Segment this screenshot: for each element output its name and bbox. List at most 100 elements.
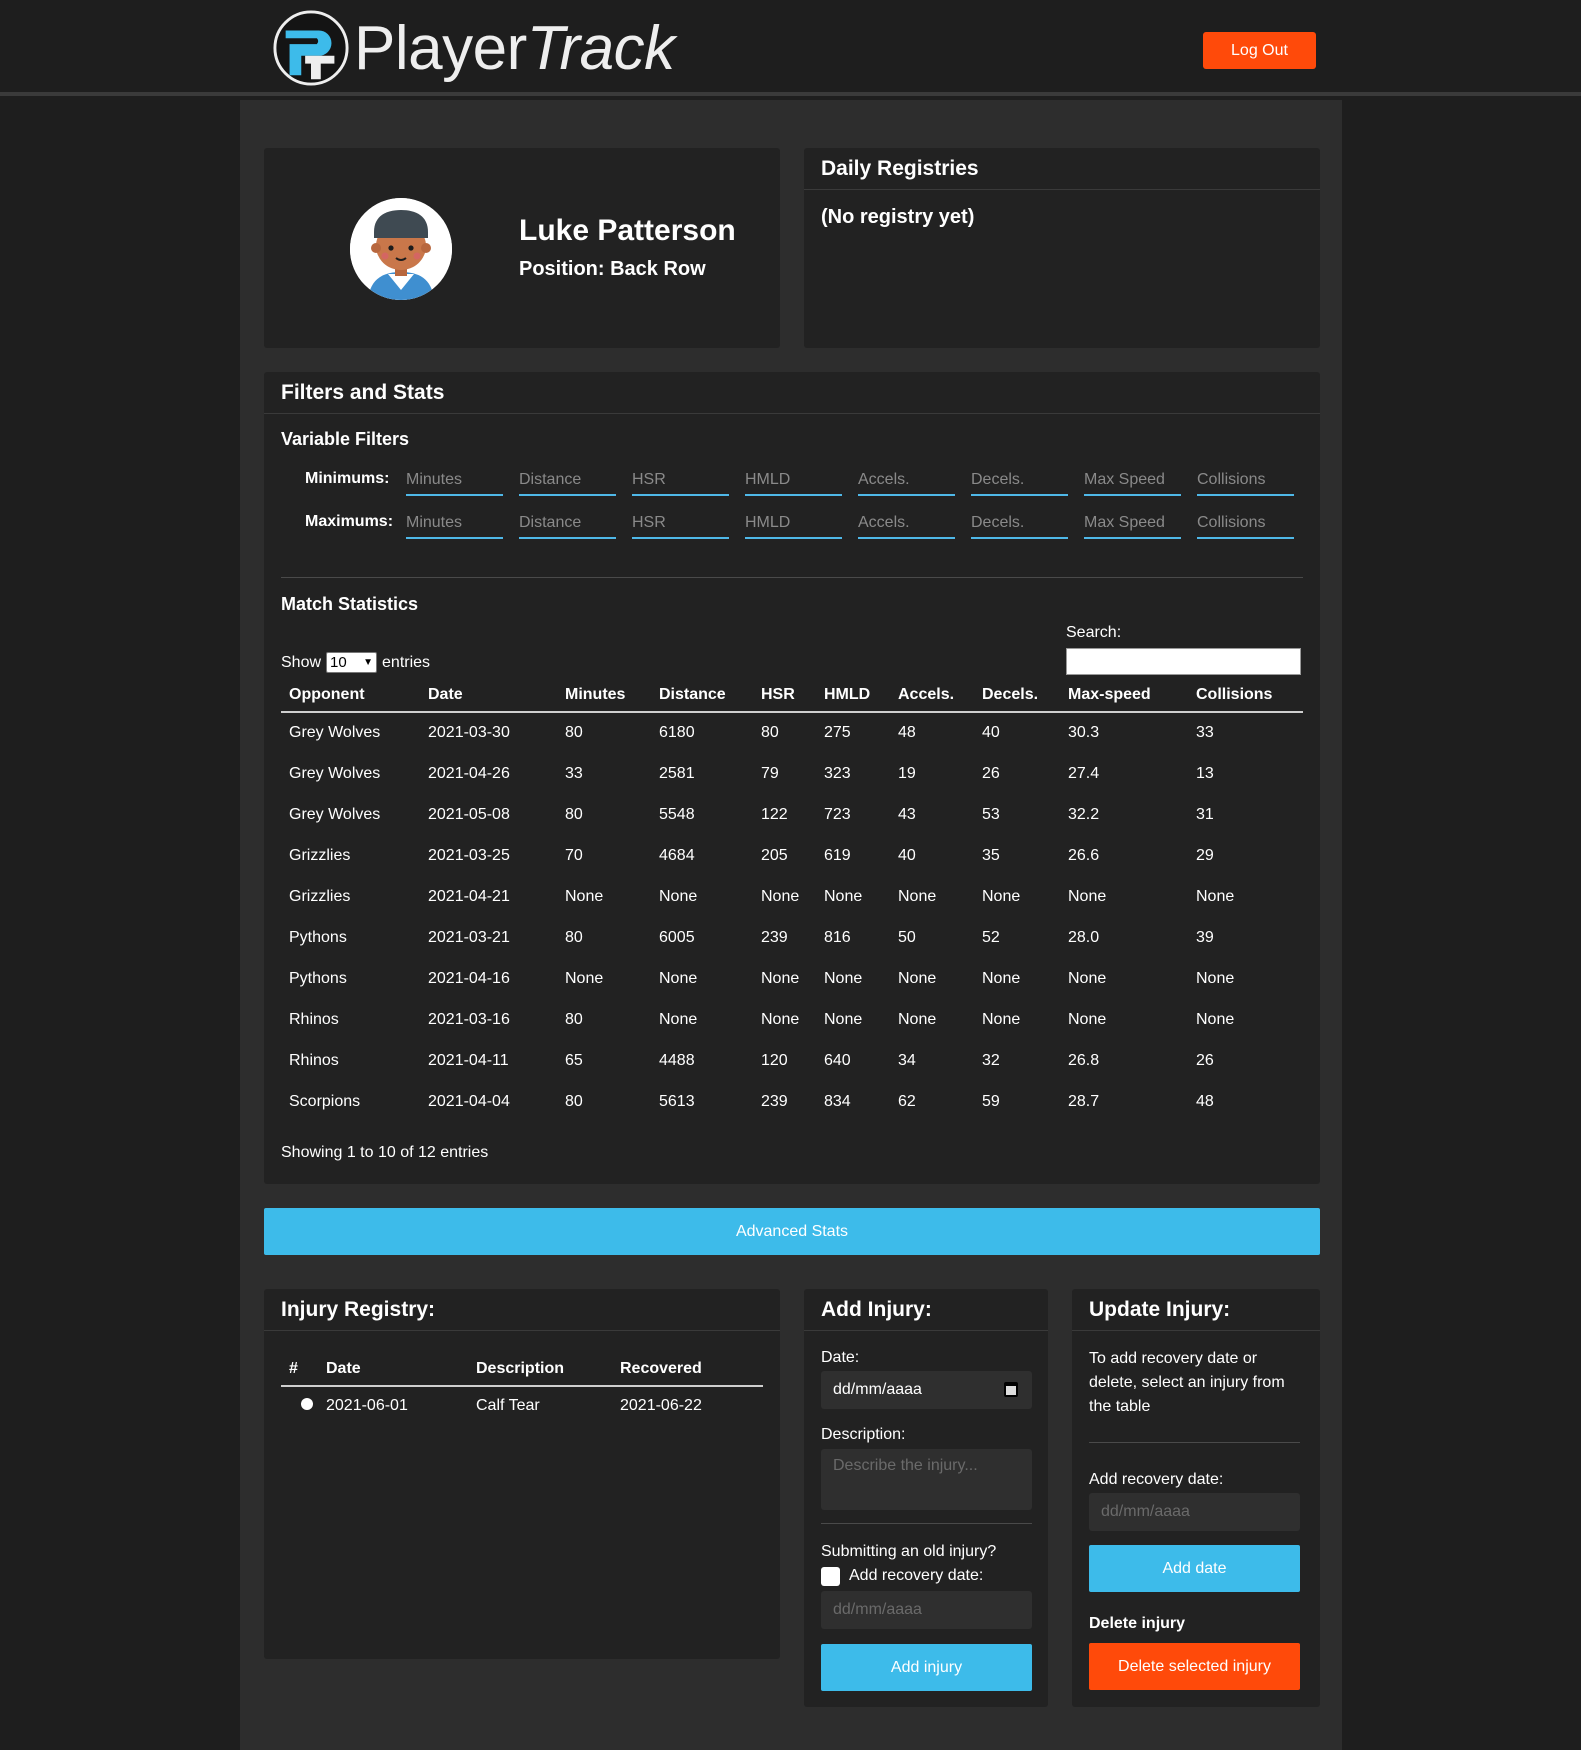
- column-header[interactable]: Minutes: [557, 678, 651, 713]
- min-hmld-input[interactable]: [745, 466, 842, 496]
- table-cell: None: [824, 887, 863, 905]
- search-label: Search:: [1066, 624, 1122, 641]
- table-cell: 48: [898, 724, 916, 741]
- table-cell: None: [761, 969, 800, 987]
- max-hsr-input[interactable]: [632, 509, 729, 539]
- column-header[interactable]: Accels.: [890, 678, 974, 713]
- min-decels-input[interactable]: [971, 466, 1068, 496]
- column-header[interactable]: Collisions: [1188, 678, 1303, 713]
- add-injury-button[interactable]: Add injury: [821, 1644, 1032, 1691]
- table-header-row: # Date Description Recovered: [281, 1352, 763, 1387]
- add-date-button[interactable]: Add date: [1089, 1545, 1300, 1592]
- table-cell: None: [565, 969, 604, 987]
- table-cell: Rhinos: [289, 1051, 339, 1069]
- column-header: #: [281, 1352, 318, 1387]
- min-distance-input[interactable]: [519, 466, 616, 496]
- column-header[interactable]: Distance: [651, 678, 753, 713]
- table-cell: None: [982, 1010, 1021, 1028]
- calendar-icon[interactable]: [1004, 1382, 1018, 1397]
- add-recovery-date-label: Add recovery date:: [1089, 1471, 1224, 1488]
- table-row: Grey Wolves 2021-03-30 80 6180 80 275 48 40 30.3…: [281, 712, 1303, 753]
- search-input[interactable]: [1066, 648, 1301, 675]
- table-cell: 32: [982, 1051, 1000, 1069]
- brand-name-part1: Player: [354, 13, 527, 83]
- injury-registry-panel: Injury Registry: # Date Description Reco…: [264, 1289, 780, 1659]
- table-cell: Grey Wolves: [289, 724, 381, 741]
- table-cell: 65: [565, 1051, 583, 1069]
- add-injury-title: Add Injury:: [804, 1289, 1048, 1331]
- column-header[interactable]: HMLD: [816, 678, 890, 713]
- table-cell: Grizzlies: [289, 887, 351, 905]
- table-cell: None: [824, 969, 863, 987]
- min-hsr-input[interactable]: [632, 466, 729, 496]
- table-cell: 43: [898, 805, 916, 823]
- table-cell: 122: [761, 805, 788, 823]
- description-label: Description:: [821, 1426, 906, 1443]
- min-minutes-input[interactable]: [406, 466, 503, 496]
- table-cell: 723: [824, 805, 851, 823]
- table-cell: 59: [982, 1092, 1000, 1110]
- column-header[interactable]: Opponent: [281, 678, 420, 713]
- table-cell: 2021-05-08: [428, 805, 510, 823]
- brand-logo[interactable]: PlayerTrack: [272, 8, 675, 88]
- column-header[interactable]: Decels.: [974, 678, 1060, 713]
- minimums-label: Minimums:: [305, 470, 390, 487]
- page-size-value: 10: [330, 654, 347, 671]
- table-cell: None: [1196, 969, 1235, 987]
- table-row[interactable]: 2021-06-01 Calf Tear 2021-06-22: [281, 1386, 763, 1424]
- table-cell: 80: [565, 724, 583, 741]
- table-row: Grey Wolves 2021-05-08 80 5548 122 723 43 53 32.…: [281, 794, 1303, 835]
- max-accels-input[interactable]: [858, 509, 955, 539]
- injury-registry-title: Injury Registry:: [264, 1289, 780, 1331]
- table-cell: 2021-04-26: [428, 764, 510, 782]
- logout-button[interactable]: Log Out: [1203, 32, 1316, 69]
- injury-description-input[interactable]: Describe the injury...: [821, 1449, 1032, 1510]
- max-hmld-input[interactable]: [745, 509, 842, 539]
- table-cell: Rhinos: [289, 1010, 339, 1028]
- advanced-stats-button[interactable]: Advanced Stats: [264, 1208, 1320, 1255]
- column-header[interactable]: HSR: [753, 678, 816, 713]
- table-cell: 834: [824, 1092, 851, 1110]
- injury-date-value: dd/mm/aaaa: [833, 1381, 922, 1398]
- recovery-date-checkbox[interactable]: [821, 1567, 840, 1586]
- max-distance-input[interactable]: [519, 509, 616, 539]
- table-cell: 2021-04-04: [428, 1092, 510, 1110]
- table-cell: None: [565, 887, 604, 905]
- table-cell: 2021-03-25: [428, 846, 510, 864]
- table-row: Pythons 2021-03-21 80 6005 239 816 50 52 28.0 39: [281, 917, 1303, 958]
- table-cell: 32.2: [1068, 805, 1100, 823]
- table-cell: 39: [1196, 928, 1214, 946]
- injury-select-radio[interactable]: [301, 1397, 313, 1410]
- max-decels-input[interactable]: [971, 509, 1068, 539]
- add-injury-panel: Add Injury: Date: dd/mm/aaaa Description…: [804, 1289, 1048, 1707]
- table-cell: 26: [982, 764, 1000, 782]
- max-collisions-input[interactable]: [1197, 509, 1294, 539]
- column-header[interactable]: Date: [420, 678, 557, 713]
- table-cell: None: [1068, 1010, 1107, 1028]
- page-size-select[interactable]: 10 ▼: [326, 652, 378, 673]
- delete-injury-button[interactable]: Delete selected injury: [1089, 1643, 1300, 1690]
- table-cell: 30.3: [1068, 724, 1100, 741]
- table-cell: None: [659, 887, 698, 905]
- player-position: Position: Back Row: [519, 258, 706, 280]
- table-cell: None: [1196, 887, 1235, 905]
- table-cell: 27.4: [1068, 764, 1100, 782]
- max-minutes-input[interactable]: [406, 509, 503, 539]
- table-cell: 640: [824, 1051, 851, 1069]
- min-collisions-input[interactable]: [1197, 466, 1294, 496]
- old-injury-recovery-input[interactable]: dd/mm/aaaa: [821, 1591, 1032, 1629]
- table-cell: 323: [824, 764, 851, 782]
- min-accels-input[interactable]: [858, 466, 955, 496]
- table-cell: None: [1068, 969, 1107, 987]
- column-header[interactable]: Max-speed: [1060, 678, 1188, 713]
- table-cell: 275: [824, 724, 851, 741]
- table-cell: 26.6: [1068, 846, 1100, 864]
- table-cell: Pythons: [289, 928, 347, 946]
- maximums-filter-row: Maximums:: [281, 509, 1303, 539]
- table-cell: 80: [565, 928, 583, 946]
- max-max-speed-input[interactable]: [1084, 509, 1181, 539]
- player-profile-card: Luke Patterson Position: Back Row: [264, 148, 780, 348]
- injury-date-input[interactable]: dd/mm/aaaa: [821, 1371, 1032, 1409]
- recovery-date-input[interactable]: dd/mm/aaaa: [1089, 1493, 1300, 1531]
- min-max-speed-input[interactable]: [1084, 466, 1181, 496]
